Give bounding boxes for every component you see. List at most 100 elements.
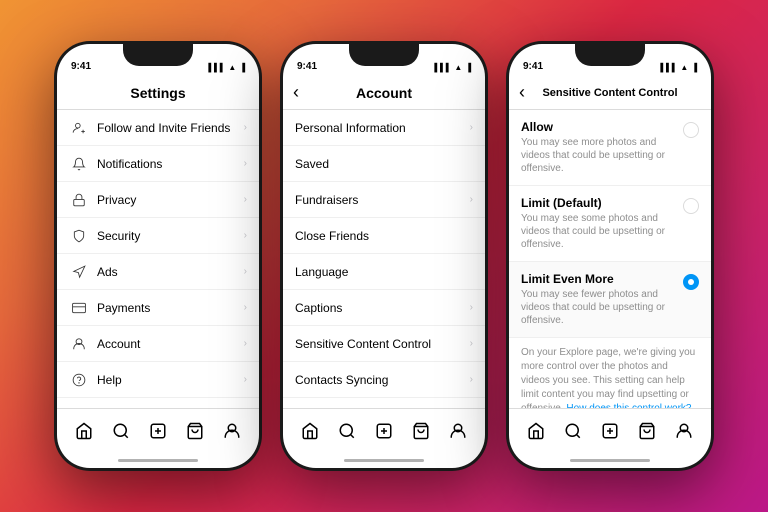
account-content[interactable]: Personal Information › Saved Fundraisers… [283, 110, 485, 408]
account-item-close-friends[interactable]: Close Friends [283, 218, 485, 254]
search-nav-icon[interactable] [106, 416, 136, 446]
settings-item-help[interactable]: Help › [57, 362, 259, 398]
wifi-icon: ▲ [228, 63, 236, 72]
notch-2 [349, 44, 419, 66]
settings-item-notifications[interactable]: Notifications › [57, 146, 259, 182]
bottom-nav-1 [57, 408, 259, 452]
shop-nav-icon[interactable] [180, 416, 210, 446]
settings-item-privacy[interactable]: Privacy › [57, 182, 259, 218]
settings-item-follow[interactable]: Follow and Invite Friends › [57, 110, 259, 146]
scc-limit-more-radio[interactable] [683, 274, 699, 290]
fundraisers-chevron: › [470, 194, 473, 205]
settings-nav-bar: Settings [57, 76, 259, 110]
wifi-icon-3: ▲ [680, 63, 688, 72]
add-nav-icon[interactable] [143, 416, 173, 446]
settings-content[interactable]: Follow and Invite Friends › Notification… [57, 110, 259, 408]
account-back-button[interactable]: ‹ [293, 82, 299, 103]
scc-limit-default-text: Limit (Default) You may see some photos … [521, 196, 675, 251]
close-friends-label: Close Friends [295, 229, 473, 243]
personal-info-label: Personal Information [295, 121, 470, 135]
scc-limit-default-desc: You may see some photos and videos that … [521, 212, 675, 251]
account-nav-bar: ‹ Account [283, 76, 485, 110]
home-nav-icon[interactable] [69, 416, 99, 446]
status-icons-3: ▌▌▌ ▲ ▐ [660, 63, 697, 72]
add-nav-icon-3[interactable] [595, 416, 625, 446]
shop-nav-icon-3[interactable] [632, 416, 662, 446]
payments-icon [69, 301, 89, 315]
settings-item-ads[interactable]: Ads › [57, 254, 259, 290]
settings-item-about[interactable]: About › [57, 398, 259, 408]
bottom-nav-2 [283, 408, 485, 452]
help-icon [69, 373, 89, 387]
captions-label: Captions [295, 301, 470, 315]
phone-account: 9:41 ▌▌▌ ▲ ▐ ‹ Account Personal Informat… [280, 41, 488, 471]
scc-limit-more-desc: You may see fewer photos and videos that… [521, 288, 675, 327]
home-nav-icon-2[interactable] [295, 416, 325, 446]
account-item-language[interactable]: Language [283, 254, 485, 290]
phone-sensitive-content: 9:41 ▌▌▌ ▲ ▐ ‹ Sensitive Content Control… [506, 41, 714, 471]
ads-chevron: › [244, 266, 247, 277]
scc-content[interactable]: Allow You may see more photos and videos… [509, 110, 711, 408]
phone-settings: 9:41 ▌▌▌ ▲ ▐ Settings Follow and Invite … [54, 41, 262, 471]
account-icon [69, 337, 89, 351]
help-label: Help [97, 373, 244, 387]
scc-limit-default-radio[interactable] [683, 198, 699, 214]
account-item-fundraisers[interactable]: Fundraisers › [283, 182, 485, 218]
status-icons-2: ▌▌▌ ▲ ▐ [434, 63, 471, 72]
account-title: Account [356, 85, 412, 101]
signal-icon-2: ▌▌▌ [434, 63, 451, 72]
shop-nav-icon-2[interactable] [406, 416, 436, 446]
sensitive-chevron: › [470, 338, 473, 349]
security-chevron: › [244, 230, 247, 241]
security-label: Security [97, 229, 244, 243]
status-time-3: 9:41 [523, 61, 543, 72]
help-chevron: › [244, 374, 247, 385]
saved-label: Saved [295, 157, 473, 171]
settings-item-payments[interactable]: Payments › [57, 290, 259, 326]
contacts-chevron: › [470, 374, 473, 385]
search-nav-icon-3[interactable] [558, 416, 588, 446]
home-nav-icon-3[interactable] [521, 416, 551, 446]
settings-item-account[interactable]: Account › [57, 326, 259, 362]
scc-back-button[interactable]: ‹ [519, 82, 525, 103]
scc-limit-more-title: Limit Even More [521, 272, 675, 286]
account-item-sensitive[interactable]: Sensitive Content Control › [283, 326, 485, 362]
scc-footer-text: On your Explore page, we're giving you m… [521, 347, 695, 408]
profile-nav-icon[interactable] [217, 416, 247, 446]
settings-item-security[interactable]: Security › [57, 218, 259, 254]
scc-option-limit-more[interactable]: Limit Even More You may see fewer photos… [509, 262, 711, 338]
home-indicator-2 [283, 452, 485, 468]
scc-option-limit-default[interactable]: Limit (Default) You may see some photos … [509, 186, 711, 262]
account-item-personal[interactable]: Personal Information › [283, 110, 485, 146]
notifications-label: Notifications [97, 157, 244, 171]
privacy-label: Privacy [97, 193, 244, 207]
bottom-nav-3 [509, 408, 711, 452]
status-time-2: 9:41 [297, 61, 317, 72]
account-item-sharing[interactable]: Sharing to Other Apps › [283, 398, 485, 408]
status-time-1: 9:41 [71, 61, 91, 72]
home-indicator-3 [509, 452, 711, 468]
payments-chevron: › [244, 302, 247, 313]
profile-nav-icon-3[interactable] [669, 416, 699, 446]
signal-icon-3: ▌▌▌ [660, 63, 677, 72]
account-item-contacts[interactable]: Contacts Syncing › [283, 362, 485, 398]
ads-label: Ads [97, 265, 244, 279]
payments-label: Payments [97, 301, 244, 315]
add-nav-icon-2[interactable] [369, 416, 399, 446]
notifications-icon [69, 157, 89, 171]
account-item-captions[interactable]: Captions › [283, 290, 485, 326]
profile-nav-icon-2[interactable] [443, 416, 473, 446]
scc-footer: On your Explore page, we're giving you m… [509, 338, 711, 408]
account-item-saved[interactable]: Saved [283, 146, 485, 182]
battery-icon-2: ▐ [465, 63, 471, 72]
battery-icon: ▐ [239, 63, 245, 72]
scc-allow-text: Allow You may see more photos and videos… [521, 120, 675, 175]
scc-allow-radio[interactable] [683, 122, 699, 138]
notch [123, 44, 193, 66]
security-icon [69, 229, 89, 243]
scc-allow-desc: You may see more photos and videos that … [521, 136, 675, 175]
contacts-label: Contacts Syncing [295, 373, 470, 387]
scc-option-allow[interactable]: Allow You may see more photos and videos… [509, 110, 711, 186]
search-nav-icon-2[interactable] [332, 416, 362, 446]
battery-icon-3: ▐ [691, 63, 697, 72]
